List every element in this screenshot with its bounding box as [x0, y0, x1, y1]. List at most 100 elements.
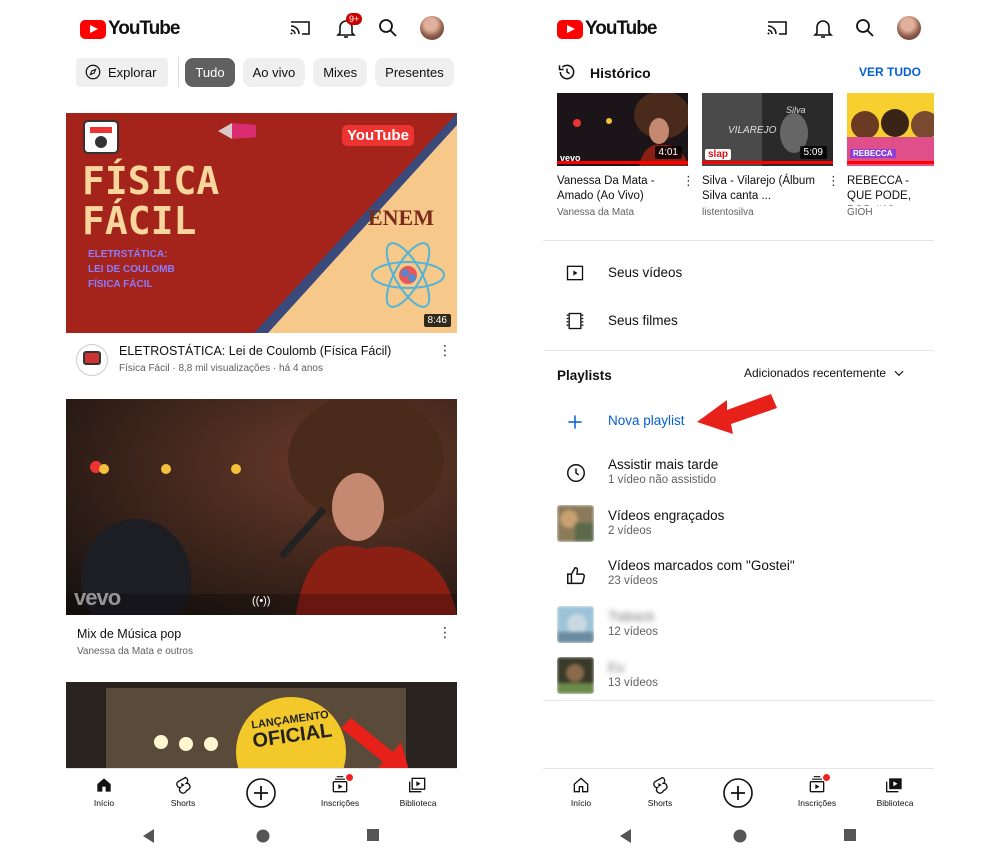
nav-create[interactable] [226, 777, 296, 809]
video-title[interactable]: ELETROSTÁTICA: Lei de Coulomb (Física Fá… [119, 344, 391, 358]
playlist-name: Vídeos engraçados [608, 508, 725, 523]
youtube-logo[interactable]: YouTube [557, 18, 657, 40]
history-item-thumbnail[interactable]: VILAREJO Silva slap 5:09 [702, 93, 833, 166]
back-icon[interactable] [619, 828, 633, 844]
nav-shorts[interactable]: Shorts [625, 775, 695, 808]
notifications-button[interactable]: 9+ [334, 13, 363, 40]
thumbnail-artwork [66, 399, 457, 615]
history-item-channel: Vanessa da Mata [557, 207, 635, 218]
nav-label: Shorts [647, 798, 673, 808]
history-item-channel: GIOH [847, 207, 873, 218]
logo-text: YouTube [585, 18, 657, 39]
android-navigation [543, 816, 934, 856]
divider [543, 700, 934, 701]
compass-icon [85, 64, 101, 80]
thumb-subtitle-line: FÍSICA FÁCIL [88, 279, 153, 290]
duration-badge: 4:01 [654, 146, 682, 159]
more-options-icon[interactable]: ⋮ [438, 624, 452, 641]
nav-create[interactable] [703, 777, 773, 809]
thumbs-up-icon [567, 567, 585, 585]
video-meta: Física Fácil · 8,8 mil visualizações · h… [119, 363, 323, 374]
thumb-title-line2: FÁCIL [82, 199, 197, 243]
bell-icon[interactable] [811, 16, 835, 40]
video-thumbnail-fisica-facil[interactable]: FÍSICA FÁCIL ELETRSTÁTICA: LEI DE COULOM… [66, 113, 457, 333]
nav-inscricoes[interactable]: Inscrições [782, 774, 852, 808]
chip-explorar[interactable]: Explorar [76, 57, 169, 87]
back-icon[interactable] [142, 828, 156, 844]
home-circle-icon[interactable] [255, 828, 271, 844]
search-icon[interactable] [853, 16, 877, 40]
home-screen: YouTube 9+ Explorar Tudo Ao vivo Mixes P… [66, 0, 457, 856]
library-screen: YouTube Histórico VER TUDO vevo 4:01 VIL… [543, 0, 934, 856]
slap-label: slap [705, 149, 732, 160]
more-options-icon[interactable]: ⋮ [827, 173, 840, 189]
nav-shorts[interactable]: Shorts [148, 775, 218, 808]
more-options-icon[interactable]: ⋮ [438, 342, 452, 359]
see-all-link[interactable]: VER TUDO [859, 65, 921, 79]
playlist-count: 13 vídeos [608, 677, 658, 689]
thumb-subtitle-line: ELETRSTÁTICA: [88, 249, 168, 260]
nav-biblioteca[interactable]: Biblioteca [383, 775, 453, 808]
row-label: Seus filmes [608, 313, 678, 328]
new-playlist-label: Nova playlist [608, 413, 685, 428]
history-title: Histórico [590, 65, 651, 81]
video-thumbnail-mix[interactable]: vevo ((•)) [66, 399, 457, 615]
video-title[interactable]: Mix de Música pop [77, 627, 181, 641]
nav-inicio[interactable]: Início [69, 775, 139, 808]
channel-avatar[interactable] [76, 344, 108, 376]
logo-text: YouTube [108, 18, 180, 39]
top-bar: YouTube [543, 0, 934, 56]
chip-divider [178, 57, 180, 87]
chip-presentes[interactable]: Presentes [375, 57, 454, 87]
avatar[interactable] [897, 16, 921, 40]
playlist-count: 2 vídeos [608, 525, 652, 537]
history-item-thumbnail[interactable]: vevo 4:01 [557, 93, 688, 166]
history-item-title[interactable]: Vanessa Da Mata - Amado (Ao Vivo) [557, 174, 677, 204]
red-arrow-annotation [697, 394, 777, 434]
playlists-title: Playlists [557, 368, 612, 383]
chip-tudo[interactable]: Tudo [185, 57, 235, 87]
cast-icon[interactable] [288, 16, 312, 40]
more-options-icon[interactable]: ⋮ [682, 173, 695, 189]
thumb-subtitle-line: LEI DE COULOMB [88, 264, 175, 275]
youtube-logo[interactable]: YouTube [80, 18, 180, 40]
avatar[interactable] [420, 16, 444, 40]
duration-badge: 5:09 [799, 146, 827, 159]
chip-label: Explorar [108, 64, 157, 80]
home-icon [97, 778, 111, 792]
notification-dot [346, 774, 353, 781]
history-item-title[interactable]: Silva - Vilarejo (Álbum Silva canta ... [702, 174, 822, 204]
search-icon[interactable] [376, 16, 400, 40]
top-bar: YouTube 9+ [66, 0, 457, 56]
rebecca-label: REBECCA [850, 149, 896, 158]
chip-mixes[interactable]: Mixes [313, 57, 368, 87]
home-circle-icon[interactable] [732, 828, 748, 844]
home-icon [573, 777, 589, 793]
nav-label: Shorts [170, 798, 196, 808]
recents-icon[interactable] [843, 828, 857, 842]
film-icon [566, 312, 584, 330]
nav-inscricoes[interactable]: Inscrições [305, 774, 375, 808]
shorts-icon [176, 776, 191, 794]
nav-biblioteca[interactable]: Biblioteca [860, 775, 930, 808]
thumb-subtitle: ELETRSTÁTICA: LEI DE COULOMB FÍSICA FÁCI… [88, 247, 175, 292]
nav-inicio[interactable]: Início [546, 775, 616, 808]
chip-ao-vivo[interactable]: Ao vivo [242, 57, 306, 87]
play-box-icon [566, 265, 584, 281]
nav-label: Início [570, 798, 592, 808]
plus-icon [568, 415, 582, 429]
cast-icon[interactable] [765, 16, 789, 40]
playlist-name: Tiaback [608, 609, 655, 624]
recents-icon[interactable] [366, 828, 380, 842]
plus-circle-icon [246, 778, 276, 808]
playlist-thumbnail [557, 505, 594, 542]
playlist-count: 23 vídeos [608, 575, 658, 587]
plus-circle-icon [723, 778, 753, 808]
sort-dropdown[interactable]: Adicionados recentemente [744, 366, 906, 380]
playlist-name: Vídeos marcados com "Gostei" [608, 558, 795, 573]
chevron-down-icon [894, 370, 904, 377]
history-item-title[interactable]: REBECCA - QUE PODE, POD #12 [847, 174, 934, 206]
history-icon [558, 64, 575, 80]
clock-icon [567, 464, 585, 482]
history-item-thumbnail[interactable]: REBECCA [847, 93, 934, 166]
